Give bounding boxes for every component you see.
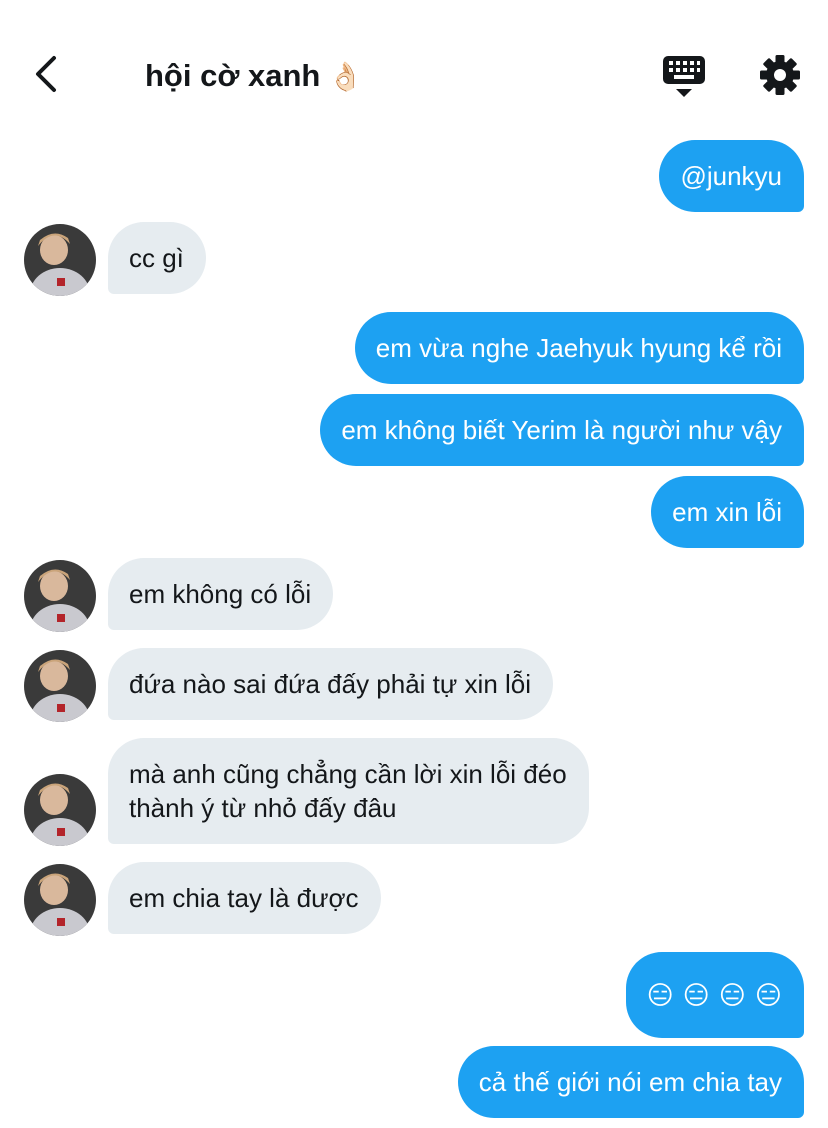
message-text: @junkyu	[680, 161, 782, 191]
avatar-image	[24, 224, 96, 296]
expressionless-emoji: 😑	[646, 980, 674, 1010]
message-text: em không biết Yerim là người như vậy	[341, 415, 782, 445]
message-bubble-outgoing[interactable]: 😑 😑 😑 😑	[625, 952, 804, 1038]
conversation-title-text: hội cờ xanh	[145, 58, 321, 93]
avatar[interactable]	[24, 864, 96, 936]
conversation-title[interactable]: hội cờ xanh 👌🏻	[145, 56, 363, 96]
message-text-line-2: thành ý từ nhỏ đấy đâu	[129, 793, 397, 823]
expressionless-emoji: 😑	[682, 980, 710, 1010]
message-bubble-outgoing[interactable]: em không biết Yerim là người như vậy	[320, 394, 804, 466]
message-bubble-incoming[interactable]: mà anh cũng chẳng cần lời xin lỗi đéo th…	[108, 738, 589, 844]
message-text: em không có lỗi	[129, 579, 312, 609]
avatar-image	[24, 650, 96, 722]
message-bubble-outgoing[interactable]: @junkyu	[659, 140, 804, 212]
expressionless-emoji: 😑	[718, 980, 746, 1010]
message-bubble-outgoing[interactable]: em vừa nghe Jaehyuk hyung kể rồi	[354, 312, 804, 384]
keyboard-button[interactable]	[662, 53, 706, 99]
avatar[interactable]	[24, 560, 96, 632]
message-text: em chia tay là được	[129, 883, 359, 913]
avatar[interactable]	[24, 224, 96, 296]
avatar[interactable]	[24, 774, 96, 846]
ok-hand-emoji: 👌🏻	[328, 60, 364, 92]
message-text: em xin lỗi	[672, 497, 782, 527]
avatar-image	[24, 560, 96, 632]
chat-header: hội cờ xanh 👌🏻	[0, 0, 828, 140]
gear-icon	[760, 55, 800, 95]
message-bubble-outgoing[interactable]: em xin lỗi	[651, 476, 804, 548]
settings-button[interactable]	[758, 53, 802, 97]
back-button[interactable]	[26, 52, 66, 96]
message-text: cc gì	[129, 243, 184, 273]
message-text: cả thế giới nói em chia tay	[478, 1067, 782, 1097]
message-bubble-incoming[interactable]: em chia tay là được	[108, 862, 381, 934]
message-bubble-incoming[interactable]: em không có lỗi	[108, 558, 334, 630]
avatar[interactable]	[24, 650, 96, 722]
avatar-image	[24, 774, 96, 846]
chevron-left-icon	[36, 56, 56, 92]
keyboard-icon	[663, 56, 705, 97]
message-text-line-1: mà anh cũng chẳng cần lời xin lỗi đéo	[129, 759, 567, 789]
message-bubble-incoming[interactable]: cc gì	[108, 222, 206, 294]
expressionless-emoji: 😑	[754, 980, 782, 1010]
message-text: em vừa nghe Jaehyuk hyung kể rồi	[375, 333, 782, 363]
message-text: đứa nào sai đứa đấy phải tự xin lỗi	[129, 669, 532, 699]
message-bubble-incoming[interactable]: đứa nào sai đứa đấy phải tự xin lỗi	[108, 648, 554, 720]
message-bubble-outgoing[interactable]: cả thế giới nói em chia tay	[457, 1046, 804, 1118]
avatar-image	[24, 864, 96, 936]
